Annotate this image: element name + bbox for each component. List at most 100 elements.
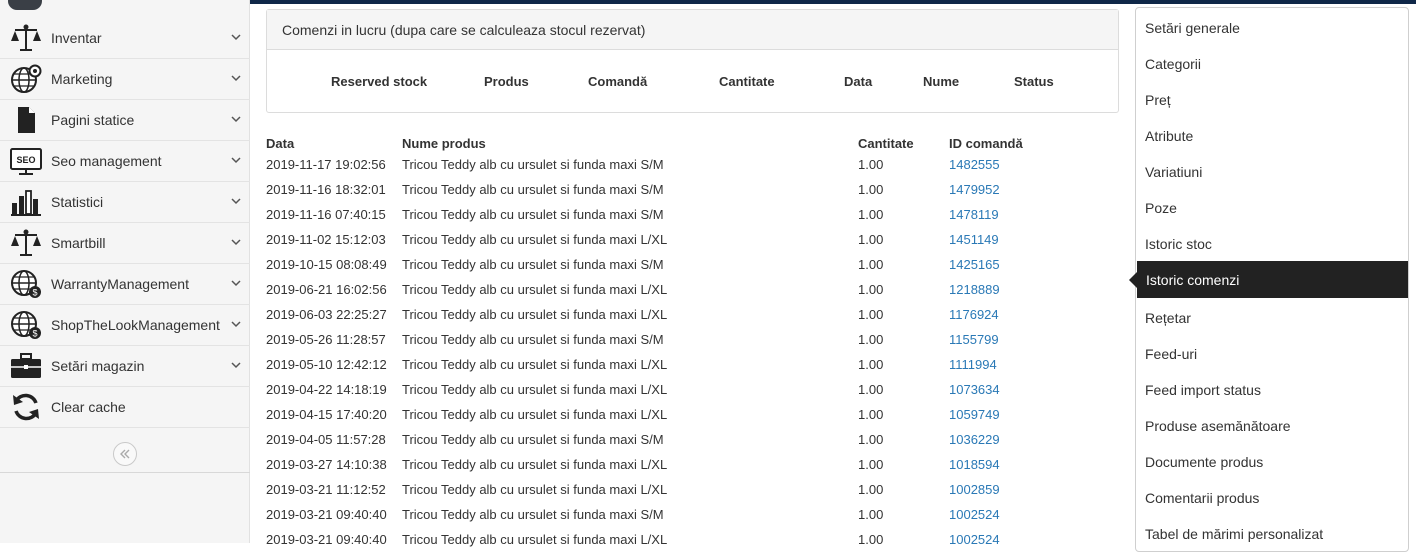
menu-item[interactable]: Categorii	[1145, 56, 1201, 72]
cell-date: 2019-11-16 18:32:01	[266, 182, 386, 197]
menu-item[interactable]: Istoric stoc	[1145, 236, 1212, 252]
sidebar-item-label: Statistici	[51, 194, 104, 210]
menu-item[interactable]: Setări generale	[1145, 20, 1240, 36]
order-id-link[interactable]: 1425165	[949, 257, 1000, 272]
menu-item[interactable]: Preț	[1145, 92, 1171, 108]
order-id-link[interactable]: 1073634	[949, 382, 1000, 397]
cell-qty: 1.00	[858, 307, 884, 322]
table-row: 2019-11-02 15:12:03 Tricou Teddy alb cu u…	[266, 232, 1126, 257]
column-reserved-stock: Reserved stock	[331, 74, 428, 89]
sidebar-menu: Inventar Marketing Pagini statice SEO Se…	[0, 18, 250, 428]
scale-icon	[0, 18, 51, 59]
menu-item[interactable]: Tabel de mărimi personalizat	[1145, 526, 1323, 542]
order-id-link[interactable]: 1478119	[949, 207, 999, 222]
sidebar-item-inventar[interactable]: Inventar	[0, 18, 250, 59]
header-qty: Cantitate	[858, 136, 914, 151]
header-order-id: ID comandă	[949, 136, 1023, 151]
cell-date: 2019-03-27 14:10:38	[266, 457, 387, 472]
globe-dollar-icon: $	[0, 305, 51, 346]
menu-item[interactable]: Feed-uri	[1145, 346, 1197, 362]
menu-item[interactable]: Poze	[1145, 200, 1177, 216]
cell-date: 2019-03-21 09:40:40	[266, 507, 387, 522]
sidebar-item-seo-management[interactable]: SEO Seo management	[0, 141, 250, 182]
seo-badge: SEO	[16, 155, 35, 165]
sidebar-top-item-partial[interactable]	[8, 0, 42, 10]
menu-item-istoric-comenzi[interactable]: Istoric comenzi	[1137, 261, 1408, 298]
sidebar-item-shopthelook-management[interactable]: $ ShopTheLookManagement	[0, 305, 250, 346]
table-row: 2019-04-22 14:18:19 Tricou Teddy alb cu u…	[266, 382, 1126, 407]
active-pointer-arrow	[1129, 272, 1137, 288]
sidebar-item-setari-magazin[interactable]: Setări magazin	[0, 346, 250, 387]
table-row: 2019-06-03 22:25:27 Tricou Teddy alb cu u…	[266, 307, 1126, 332]
order-id-link[interactable]: 1218889	[949, 282, 1000, 297]
order-id-link[interactable]: 1002524	[949, 507, 1000, 522]
cell-date: 2019-04-15 17:40:20	[266, 407, 387, 422]
sidebar-item-statistici[interactable]: Statistici	[0, 182, 250, 223]
menu-item[interactable]: Produse asemănătoare	[1145, 418, 1291, 434]
seo-monitor-icon: SEO	[0, 141, 51, 182]
column-nume: Nume	[923, 74, 960, 89]
sidebar-item-clear-cache[interactable]: Clear cache	[0, 387, 250, 428]
order-id-link[interactable]: 1002524	[949, 532, 1000, 547]
cell-qty: 1.00	[858, 357, 884, 372]
cell-qty: 1.00	[858, 407, 884, 422]
menu-item[interactable]: Comentarii produs	[1145, 490, 1259, 506]
table-row: 2019-03-21 11:12:52 Tricou Teddy alb cu u…	[266, 482, 1126, 507]
menu-item[interactable]: Rețetar	[1145, 310, 1191, 326]
table-row: 2019-06-21 16:02:56 Tricou Teddy alb cu u…	[266, 282, 1126, 307]
sidebar-item-smartbill[interactable]: Smartbill	[0, 223, 250, 264]
cell-date: 2019-11-02 15:12:03	[266, 232, 386, 247]
cell-product: Tricou Teddy alb cu ursulet si funda max…	[402, 407, 668, 422]
sidebar-item-warranty-management[interactable]: $ WarrantyManagement	[0, 264, 250, 305]
sidebar-item-marketing[interactable]: Marketing	[0, 59, 250, 100]
table-row: 2019-04-05 11:57:28 Tricou Teddy alb cu u…	[266, 432, 1126, 457]
sidebar-collapse-button[interactable]	[113, 442, 137, 466]
briefcase-icon	[0, 346, 51, 387]
cell-product: Tricou Teddy alb cu ursulet si funda max…	[402, 507, 664, 522]
chevron-down-icon	[231, 34, 241, 41]
table-row: 2019-03-21 09:40:40 Tricou Teddy alb cu u…	[266, 532, 1126, 557]
menu-item[interactable]: Atribute	[1145, 128, 1193, 144]
globe-dollar-icon: $	[0, 264, 51, 305]
sidebar-item-label: Smartbill	[51, 235, 106, 251]
order-id-link[interactable]: 1002859	[949, 482, 1000, 497]
table-row: 2019-11-16 18:32:01 Tricou Teddy alb cu u…	[266, 182, 1126, 207]
globe-gear-icon	[0, 59, 51, 100]
cell-product: Tricou Teddy alb cu ursulet si funda max…	[402, 457, 668, 472]
sidebar-item-pagini-statice[interactable]: Pagini statice	[0, 100, 250, 141]
cell-qty: 1.00	[858, 257, 884, 272]
order-id-link[interactable]: 1036229	[949, 432, 1000, 447]
chevron-down-icon	[231, 75, 241, 82]
cell-date: 2019-06-03 22:25:27	[266, 307, 387, 322]
menu-item[interactable]: Variatiuni	[1145, 164, 1202, 180]
header-product: Nume produs	[402, 136, 486, 151]
table-row: 2019-04-15 17:40:20 Tricou Teddy alb cu u…	[266, 407, 1126, 432]
scale-icon	[0, 223, 51, 264]
double-chevron-left-icon	[120, 449, 130, 459]
order-id-link[interactable]: 1479952	[949, 182, 1000, 197]
cell-product: Tricou Teddy alb cu ursulet si funda max…	[402, 307, 668, 322]
menu-item[interactable]: Feed import status	[1145, 382, 1261, 398]
cell-date: 2019-04-05 11:57:28	[266, 432, 386, 447]
column-cantitate: Cantitate	[719, 74, 775, 89]
order-id-link[interactable]: 1155799	[949, 332, 999, 347]
cell-qty: 1.00	[858, 332, 884, 347]
refresh-icon	[0, 387, 51, 428]
panel-title: Comenzi in lucru (dupa care se calculeaz…	[267, 10, 1118, 50]
cell-qty: 1.00	[858, 282, 884, 297]
order-id-link[interactable]: 1111994	[949, 357, 997, 372]
order-id-link[interactable]: 1059749	[949, 407, 1000, 422]
cell-qty: 1.00	[858, 532, 884, 547]
order-id-link[interactable]: 1482555	[949, 157, 1000, 172]
order-id-link[interactable]: 1176924	[949, 307, 999, 322]
table-row: 2019-10-15 08:08:49 Tricou Teddy alb cu u…	[266, 257, 1126, 282]
sidebar-item-label: Setări magazin	[51, 358, 145, 374]
cell-qty: 1.00	[858, 157, 884, 172]
sidebar-item-label: WarrantyManagement	[51, 276, 189, 292]
menu-item[interactable]: Documente produs	[1145, 454, 1263, 470]
chevron-down-icon	[231, 280, 241, 287]
table-body: 2019-11-17 19:02:56 Tricou Teddy alb cu u…	[266, 157, 1126, 557]
order-id-link[interactable]: 1018594	[949, 457, 1000, 472]
sidebar-item-label: Clear cache	[51, 399, 126, 415]
order-id-link[interactable]: 1451149	[949, 232, 999, 247]
